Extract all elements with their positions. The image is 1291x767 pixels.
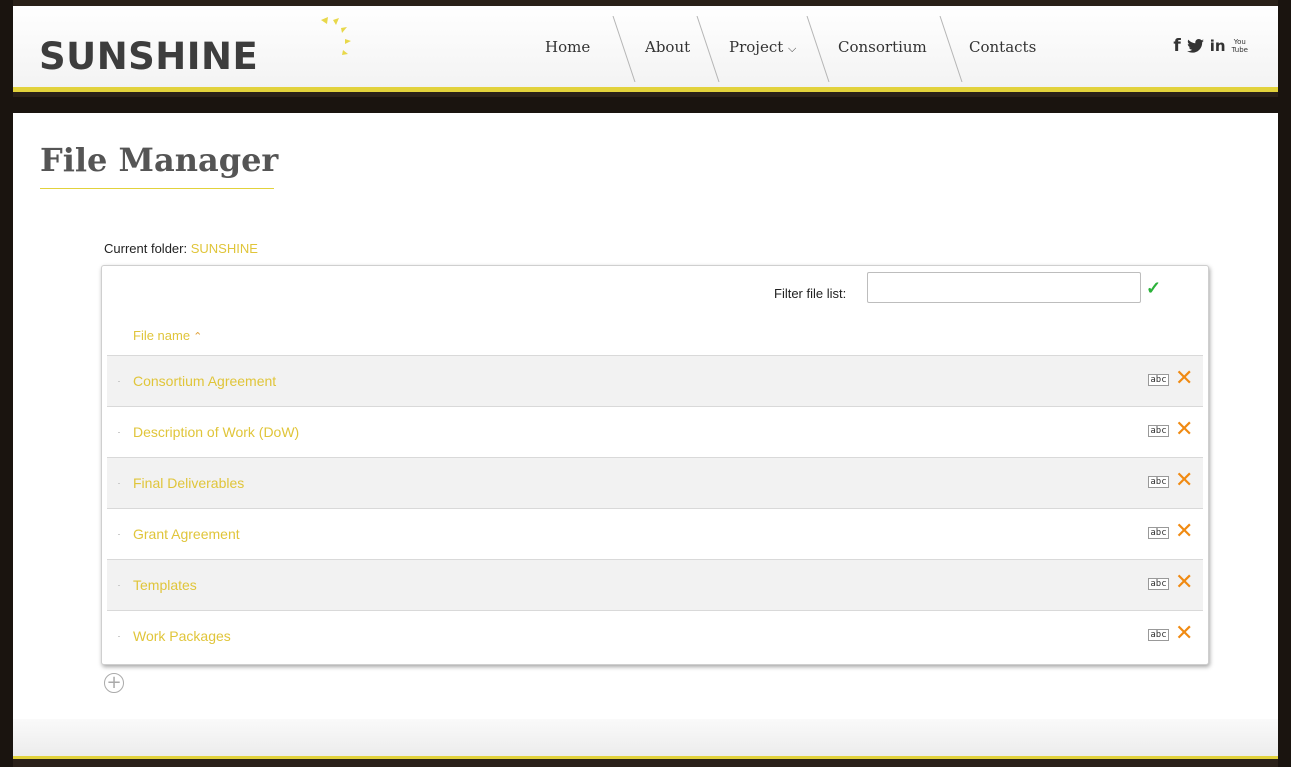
rename-icon[interactable]: abc [1148,578,1169,590]
current-folder-label: Current folder: [104,241,188,256]
row-marker [118,585,120,586]
row-marker [118,534,120,535]
site-header: SUNSHINE Home About Project ⌵ Consortium… [13,6,1278,92]
page-frame-right [1278,0,1291,767]
page-title: File Manager [40,141,279,179]
filter-label: Filter file list: [774,286,847,301]
filter-input[interactable] [867,272,1141,303]
file-link[interactable]: Consortium Agreement [133,373,276,389]
current-folder-link[interactable]: SUNSHINE [191,241,258,256]
nav-home[interactable]: Home [545,38,590,56]
youtube-top-text: You [1233,38,1246,46]
file-link[interactable]: Description of Work (DoW) [133,424,299,440]
youtube-bottom-text: Tube [1231,46,1248,54]
delete-icon[interactable]: ✕ [1175,468,1193,493]
header-band [13,97,1278,113]
file-row: Consortium Agreement abc ✕ [107,355,1203,406]
file-link[interactable]: Work Packages [133,628,231,644]
rename-icon[interactable]: abc [1148,476,1169,488]
row-marker [118,483,120,484]
site-logo[interactable]: SUNSHINE [39,35,258,78]
delete-icon[interactable]: ✕ [1175,366,1193,391]
social-links: f in You Tube [1173,36,1248,56]
youtube-icon[interactable]: You Tube [1232,38,1248,54]
facebook-icon[interactable]: f [1173,36,1180,56]
file-row: Description of Work (DoW) abc ✕ [107,406,1203,457]
file-list: Consortium Agreement abc ✕ Description o… [107,355,1203,661]
file-link[interactable]: Final Deliverables [133,475,244,491]
file-row: Templates abc ✕ [107,559,1203,610]
sort-ascending-icon: ⌃ [193,331,203,343]
sun-logo-icon [321,17,351,55]
rename-icon[interactable]: abc [1148,374,1169,386]
row-marker [118,636,120,637]
nav-separator [939,16,963,82]
plus-circle-icon: + [106,672,122,693]
rename-icon[interactable]: abc [1148,527,1169,539]
file-row: Final Deliverables abc ✕ [107,457,1203,508]
row-marker [118,381,120,382]
rename-icon[interactable]: abc [1148,425,1169,437]
file-list-panel: Filter file list: ✓ File name ⌃ Consortiu… [101,265,1209,665]
site-footer [13,719,1278,759]
row-marker [118,432,120,433]
current-folder: Current folder: SUNSHINE [104,241,258,256]
nav-separator [696,16,720,82]
linkedin-icon[interactable]: in [1210,37,1226,55]
delete-icon[interactable]: ✕ [1175,417,1193,442]
column-header-label: File name [133,328,191,343]
nav-project-label: Project [729,38,784,56]
nav-separator [612,16,636,82]
checkmark-icon[interactable]: ✓ [1146,278,1161,299]
nav-about[interactable]: About [645,38,690,56]
file-row: Work Packages abc ✕ [107,610,1203,661]
nav-contacts[interactable]: Contacts [969,38,1036,56]
file-link[interactable]: Templates [133,577,197,593]
nav-consortium[interactable]: Consortium [838,38,927,56]
delete-icon[interactable]: ✕ [1175,621,1193,646]
delete-icon[interactable]: ✕ [1175,570,1193,595]
file-link[interactable]: Grant Agreement [133,526,240,542]
twitter-icon[interactable] [1186,39,1204,53]
file-row: Grant Agreement abc ✕ [107,508,1203,559]
column-header-file-name[interactable]: File name ⌃ [133,328,202,343]
add-file-button[interactable]: + [104,673,124,693]
page-frame-left [0,0,13,767]
rename-icon[interactable]: abc [1148,629,1169,641]
main-content: File Manager Current folder: SUNSHINE Fi… [13,113,1278,719]
nav-separator [806,16,830,82]
title-underline [40,188,274,189]
chevron-down-icon: ⌵ [788,42,797,55]
nav-project[interactable]: Project ⌵ [729,38,796,56]
delete-icon[interactable]: ✕ [1175,519,1193,544]
